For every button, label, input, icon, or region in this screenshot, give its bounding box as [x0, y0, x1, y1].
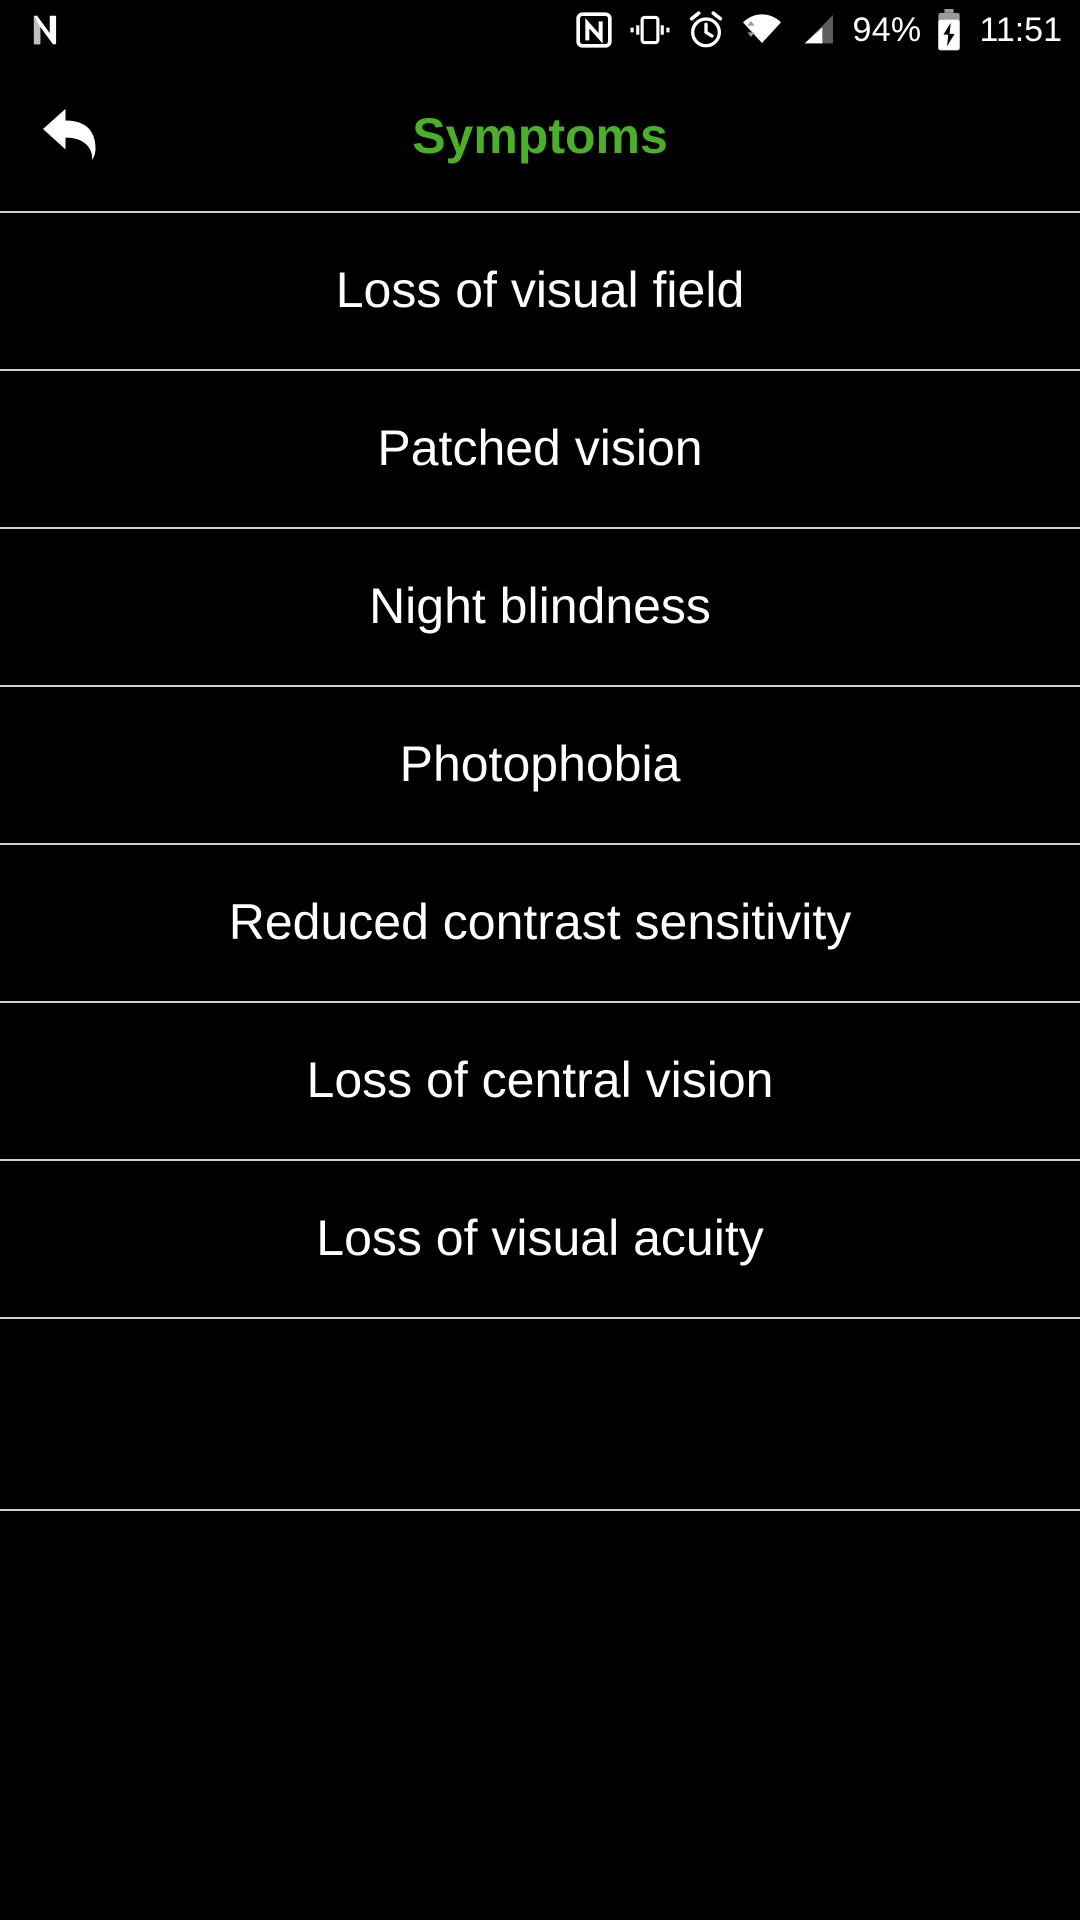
list-item-label: Photophobia — [399, 736, 681, 793]
list-item-label: Loss of central vision — [306, 1052, 774, 1109]
page-title: Symptoms — [412, 107, 668, 164]
list-item-label: Reduced contrast sensitivity — [228, 894, 852, 951]
alarm-icon — [686, 10, 726, 50]
vibrate-icon — [628, 10, 672, 50]
list-item-label: Patched vision — [377, 420, 703, 477]
list-item[interactable]: Night blindness — [0, 529, 1080, 685]
list-bottom-divider — [0, 1509, 1080, 1511]
symptom-list: Loss of visual field Patched vision Nigh… — [0, 213, 1080, 1511]
app-notification-icon — [26, 11, 64, 49]
clock-label: 11:51 — [979, 11, 1062, 49]
status-bar: 94% 11:51 — [0, 0, 1080, 60]
list-item[interactable]: Reduced contrast sensitivity — [0, 845, 1080, 1001]
list-empty-tail — [0, 1319, 1080, 1509]
app-bar: Symptoms — [0, 60, 1080, 211]
list-item-label: Night blindness — [369, 578, 711, 635]
list-item[interactable]: Loss of central vision — [0, 1003, 1080, 1159]
wifi-icon — [740, 10, 784, 50]
status-bar-left-icons — [26, 0, 64, 60]
battery-percent-label: 94% — [852, 11, 922, 49]
list-item[interactable]: Loss of visual field — [0, 213, 1080, 369]
list-item[interactable]: Loss of visual acuity — [0, 1161, 1080, 1317]
list-item[interactable]: Photophobia — [0, 687, 1080, 843]
list-item[interactable]: Patched vision — [0, 371, 1080, 527]
nfc-icon — [574, 10, 614, 50]
list-item-label: Loss of visual field — [335, 262, 745, 319]
battery-charging-icon — [935, 9, 963, 51]
status-bar-right-icons: 94% 11:51 — [574, 0, 1062, 60]
list-item-label: Loss of visual acuity — [316, 1210, 764, 1267]
cellular-signal-icon — [798, 10, 838, 50]
